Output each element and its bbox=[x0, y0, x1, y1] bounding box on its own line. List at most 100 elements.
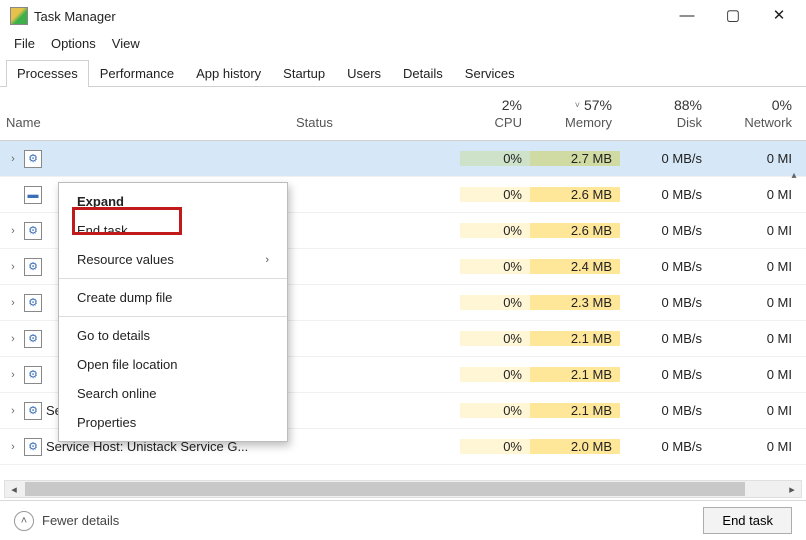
mem-label: Memory bbox=[565, 115, 612, 130]
context-menu: Expand End task Resource values › Create … bbox=[58, 182, 288, 442]
col-status[interactable]: Status bbox=[296, 115, 460, 130]
gear-icon: ⚙ bbox=[24, 222, 42, 240]
menu-file[interactable]: File bbox=[8, 34, 41, 53]
gear-icon: ⚙ bbox=[24, 258, 42, 276]
tab-performance[interactable]: Performance bbox=[89, 60, 185, 87]
table-row[interactable]: ›⚙ 0% 2.7 MB 0 MB/s 0 MI bbox=[0, 141, 806, 177]
menu-properties[interactable]: Properties bbox=[59, 408, 287, 437]
menu-options[interactable]: Options bbox=[45, 34, 102, 53]
net-value: 0 MI bbox=[710, 259, 800, 274]
col-network[interactable]: 0% Network bbox=[710, 97, 800, 130]
disk-value: 0 MB/s bbox=[620, 223, 710, 238]
submenu-arrow-icon: › bbox=[265, 254, 269, 266]
net-label: Network bbox=[744, 115, 792, 130]
cpu-usage: 2% bbox=[502, 97, 522, 113]
cpu-value: 0% bbox=[460, 331, 530, 346]
tab-details[interactable]: Details bbox=[392, 60, 454, 87]
cpu-value: 0% bbox=[460, 439, 530, 454]
expander-icon[interactable]: › bbox=[6, 225, 20, 237]
window-title: Task Manager bbox=[34, 9, 116, 24]
title-bar: Task Manager — ▢ ✕ bbox=[0, 0, 806, 32]
menu-resource-values-label: Resource values bbox=[77, 252, 174, 267]
gear-icon: ⚙ bbox=[24, 402, 42, 420]
net-value: 0 MI bbox=[710, 187, 800, 202]
net-value: 0 MI bbox=[710, 403, 800, 418]
horizontal-scrollbar[interactable]: ◂ ▸ bbox=[4, 480, 802, 498]
mem-value: 2.1 MB bbox=[530, 367, 620, 382]
cpu-value: 0% bbox=[460, 223, 530, 238]
col-disk[interactable]: 88% Disk bbox=[620, 97, 710, 130]
col-name[interactable]: Name bbox=[0, 115, 296, 130]
tab-processes[interactable]: Processes bbox=[6, 60, 89, 87]
menu-bar: File Options View bbox=[0, 32, 806, 59]
task-manager-icon bbox=[10, 7, 28, 25]
scrollbar-thumb[interactable] bbox=[25, 482, 745, 496]
gear-icon: ⚙ bbox=[24, 330, 42, 348]
tab-startup[interactable]: Startup bbox=[272, 60, 336, 87]
gear-icon: ⚙ bbox=[24, 294, 42, 312]
table-header: Name Status 2% CPU ˅57% Memory 88% Disk … bbox=[0, 87, 806, 141]
expander-icon[interactable]: › bbox=[6, 153, 20, 165]
mem-value: 2.6 MB bbox=[530, 223, 620, 238]
disk-value: 0 MB/s bbox=[620, 187, 710, 202]
disk-value: 0 MB/s bbox=[620, 367, 710, 382]
fewer-details-toggle[interactable]: ˄ Fewer details bbox=[14, 511, 119, 531]
col-cpu[interactable]: 2% CPU bbox=[460, 97, 530, 130]
gear-icon: ⚙ bbox=[24, 366, 42, 384]
disk-value: 0 MB/s bbox=[620, 403, 710, 418]
end-task-button[interactable]: End task bbox=[703, 507, 792, 534]
expander-icon[interactable]: › bbox=[6, 441, 20, 453]
tab-app-history[interactable]: App history bbox=[185, 60, 272, 87]
scroll-up-icon[interactable]: ▴ bbox=[786, 170, 802, 186]
scroll-right-icon[interactable]: ▸ bbox=[783, 483, 801, 496]
scroll-left-icon[interactable]: ◂ bbox=[5, 483, 23, 496]
cpu-value: 0% bbox=[460, 403, 530, 418]
col-memory[interactable]: ˅ 57% Memory bbox=[530, 97, 620, 130]
gear-icon: ⚙ bbox=[24, 150, 42, 168]
menu-expand[interactable]: Expand bbox=[59, 187, 287, 216]
close-button[interactable]: ✕ bbox=[756, 0, 802, 32]
cpu-value: 0% bbox=[460, 187, 530, 202]
net-usage: 0% bbox=[772, 97, 792, 113]
disk-label: Disk bbox=[677, 115, 702, 130]
expander-icon[interactable]: › bbox=[6, 369, 20, 381]
disk-value: 0 MB/s bbox=[620, 439, 710, 454]
menu-create-dump[interactable]: Create dump file bbox=[59, 283, 287, 312]
menu-view[interactable]: View bbox=[106, 34, 146, 53]
mem-value: 2.1 MB bbox=[530, 331, 620, 346]
bottom-bar: ˄ Fewer details End task bbox=[0, 500, 806, 540]
mem-value: 2.7 MB bbox=[530, 151, 620, 166]
mem-value: 2.4 MB bbox=[530, 259, 620, 274]
menu-resource-values[interactable]: Resource values › bbox=[59, 245, 287, 274]
mem-value: 2.3 MB bbox=[530, 295, 620, 310]
cpu-value: 0% bbox=[460, 295, 530, 310]
menu-go-to-details[interactable]: Go to details bbox=[59, 321, 287, 350]
net-value: 0 MI bbox=[710, 331, 800, 346]
menu-separator bbox=[59, 316, 287, 317]
mem-usage: 57% bbox=[584, 97, 612, 113]
disk-value: 0 MB/s bbox=[620, 151, 710, 166]
fewer-details-label: Fewer details bbox=[42, 513, 119, 528]
disk-value: 0 MB/s bbox=[620, 295, 710, 310]
cpu-value: 0% bbox=[460, 367, 530, 382]
net-value: 0 MI bbox=[710, 295, 800, 310]
net-value: 0 MI bbox=[710, 367, 800, 382]
tab-users[interactable]: Users bbox=[336, 60, 392, 87]
chevron-up-icon: ˄ bbox=[14, 511, 34, 531]
mem-value: 2.0 MB bbox=[530, 439, 620, 454]
net-value: 0 MI bbox=[710, 151, 800, 166]
maximize-button[interactable]: ▢ bbox=[710, 0, 756, 32]
minimize-button[interactable]: — bbox=[664, 0, 710, 32]
mem-value: 2.1 MB bbox=[530, 403, 620, 418]
expander-icon[interactable]: › bbox=[6, 405, 20, 417]
expander-icon[interactable]: › bbox=[6, 333, 20, 345]
menu-separator bbox=[59, 278, 287, 279]
sort-indicator-icon: ˅ bbox=[575, 100, 580, 110]
expander-icon[interactable]: › bbox=[6, 297, 20, 309]
menu-open-file-location[interactable]: Open file location bbox=[59, 350, 287, 379]
tab-services[interactable]: Services bbox=[454, 60, 526, 87]
menu-end-task[interactable]: End task bbox=[59, 216, 287, 245]
disk-value: 0 MB/s bbox=[620, 259, 710, 274]
menu-search-online[interactable]: Search online bbox=[59, 379, 287, 408]
expander-icon[interactable]: › bbox=[6, 261, 20, 273]
